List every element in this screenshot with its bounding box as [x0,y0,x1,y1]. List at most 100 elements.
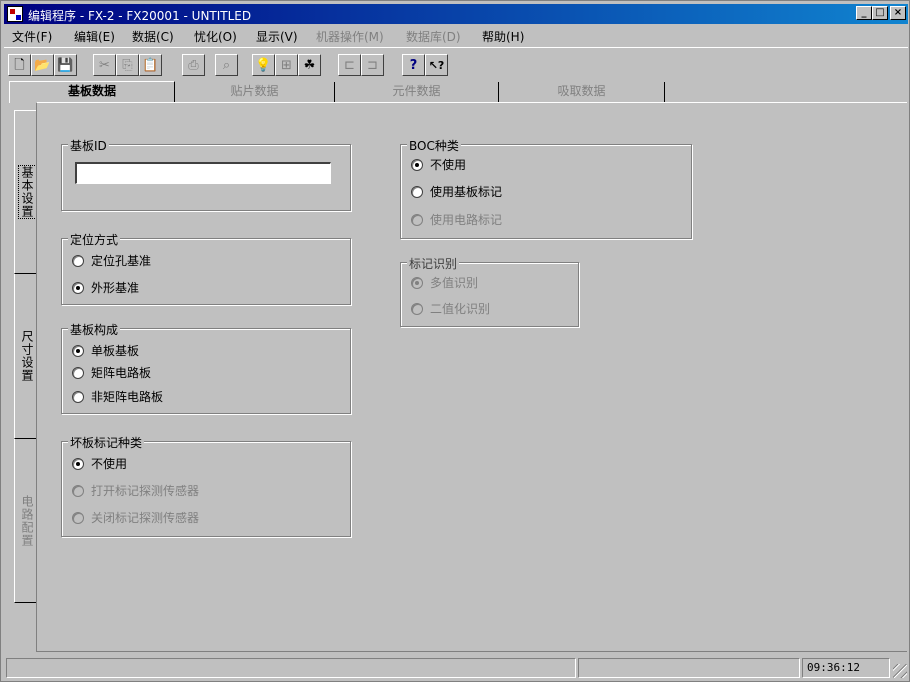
context-help-icon: ↖? [428,58,445,72]
close-button[interactable]: × [890,6,906,20]
menu-data[interactable]: 数据(C) [132,28,174,45]
menu-help[interactable]: 帮助(H) [482,28,524,45]
radio-circle [411,302,423,315]
align-left-icon: ⊏ [344,57,355,73]
menu-bar: 文件(F) 编辑(E) 数据(C) 忧化(O) 显示(V) 机器操作(M) 数据… [4,25,908,45]
side-tab-label: 电路配置 [20,494,34,547]
tab-placement-data[interactable]: 贴片数据 [175,82,335,102]
help-icon: ? [409,57,418,73]
help-button[interactable]: ? [402,54,425,76]
app-icon[interactable] [7,6,23,22]
radio-circle [411,213,423,226]
tree-icon: ⊞ [281,57,292,73]
menu-database[interactable]: 数据库(D) [406,28,461,45]
menu-edit[interactable]: 编辑(E) [74,28,115,45]
radio-circle [72,457,84,470]
radio-bad-mark-none[interactable]: 不使用 [72,455,127,472]
radio-positioning-hole[interactable]: 定位孔基准 [72,252,151,269]
radio-non-matrix-board[interactable]: 非矩阵电路板 [72,388,163,405]
radio-circle [411,185,423,198]
radio-label: 二值化识别 [430,302,491,316]
side-tab-circuit-config[interactable]: 电路配置 [14,439,37,603]
radio-boc-board-mark[interactable]: 使用基板标记 [411,183,502,200]
align-right-button[interactable]: ⊐ [361,54,384,76]
radio-multi-value-recognition[interactable]: 多值识别 [411,274,478,291]
radio-circle [72,344,84,357]
group-title: 基板构成 [68,321,121,338]
radio-circle [72,254,84,267]
menu-machine-operation[interactable]: 机器操作(M) [316,28,384,45]
radio-single-board[interactable]: 单板基板 [72,342,139,359]
tab-component-data[interactable]: 元件数据 [335,82,499,102]
positioning-group: 定位方式 定位孔基准 外形基准 [61,231,351,305]
radio-boc-none[interactable]: 不使用 [411,156,466,173]
radio-label: 矩阵电路板 [91,366,152,380]
radio-circle [72,484,84,497]
components-icon: ☘ [303,57,316,73]
application-window: 编辑程序 - FX-2 - FX20001 - UNTITLED _ □ × 文… [0,0,910,682]
copy-icon: ⎘ [122,57,133,73]
side-tab-size-settings[interactable]: 尺寸设置 [14,274,37,439]
radio-circle [72,281,84,294]
open-button[interactable]: 📂 [31,54,54,76]
find-button[interactable]: ⌕ [215,54,238,76]
menu-file[interactable]: 文件(F) [12,28,52,45]
radio-matrix-board[interactable]: 矩阵电路板 [72,364,151,381]
group-title: 标记识别 [407,255,460,272]
tree-button[interactable]: ⊞ [275,54,298,76]
radio-label: 定位孔基准 [91,254,152,268]
group-title: 基板ID [68,137,109,154]
context-help-button[interactable]: ↖? [425,54,448,76]
radio-circle [411,158,423,171]
radio-bad-mark-close-sensor[interactable]: 关闭标记探测传感器 [72,509,199,526]
status-message [6,658,576,678]
radio-label: 使用电路标记 [430,213,503,227]
board-id-input[interactable] [75,162,331,184]
align-right-icon: ⊐ [367,57,378,73]
side-tab-basic-settings[interactable]: 基本设置 [14,110,37,274]
radio-label: 不使用 [430,158,467,172]
find-icon: ⌕ [222,57,231,73]
paste-button[interactable]: 📋 [139,54,162,76]
title-bar[interactable]: 编辑程序 - FX-2 - FX20001 - UNTITLED _ □ × [4,4,908,24]
window-title: 编辑程序 - FX-2 - FX20001 - UNTITLED [28,9,252,23]
new-file-button[interactable]: 🗋 [8,54,31,76]
data-tabs: 基板数据 贴片数据 元件数据 吸取数据 [1,81,910,103]
print-button[interactable]: ⎙ [182,54,205,76]
radio-label: 使用基板标记 [430,185,503,199]
menu-view[interactable]: 显示(V) [256,28,298,45]
group-title: 定位方式 [68,231,121,248]
components-button[interactable]: ☘ [298,54,321,76]
radio-label: 打开标记探测传感器 [91,484,200,498]
new-file-icon: 🗋 [14,57,25,73]
cut-button[interactable]: ✂ [93,54,116,76]
maximize-button[interactable]: □ [872,6,888,20]
radio-circle [72,390,84,403]
board-structure-group: 基板构成 单板基板 矩阵电路板 非矩阵电路板 [61,321,351,414]
bad-mark-group: 坏板标记种类 不使用 打开标记探测传感器 关闭标记探测传感器 [61,434,351,537]
tab-board-data[interactable]: 基板数据 [9,81,175,103]
toolbar: 🗋 📂 💾 ✂ ⎘ 📋 ⎙ ⌕ 💡 ⊞ ☘ ⊏ ⊐ ? ↖? [4,47,908,77]
lightbulb-icon: 💡 [255,57,272,73]
radio-circle [72,366,84,379]
menu-optimize[interactable]: 忧化(O) [194,28,237,45]
tab-pickup-data[interactable]: 吸取数据 [499,82,665,102]
side-tab-label: 尺寸设置 [20,330,34,382]
save-button[interactable]: 💾 [54,54,77,76]
radio-bad-mark-open-sensor[interactable]: 打开标记探测传感器 [72,482,199,499]
paste-icon: 📋 [142,57,159,73]
radio-label: 单板基板 [91,344,140,358]
open-folder-icon: 📂 [34,57,51,73]
radio-label: 多值识别 [430,276,479,290]
status-bar: 09:36:12 [4,657,908,679]
align-left-button[interactable]: ⊏ [338,54,361,76]
copy-button[interactable]: ⎘ [116,54,139,76]
radio-boc-circuit-mark[interactable]: 使用电路标记 [411,211,502,228]
optimize-button[interactable]: 💡 [252,54,275,76]
radio-binary-recognition[interactable]: 二值化识别 [411,300,490,317]
minimize-button[interactable]: _ [856,6,872,20]
radio-positioning-outline[interactable]: 外形基准 [72,279,139,296]
resize-grip-icon[interactable] [893,664,907,678]
save-icon: 💾 [57,57,74,73]
status-info [578,658,800,678]
